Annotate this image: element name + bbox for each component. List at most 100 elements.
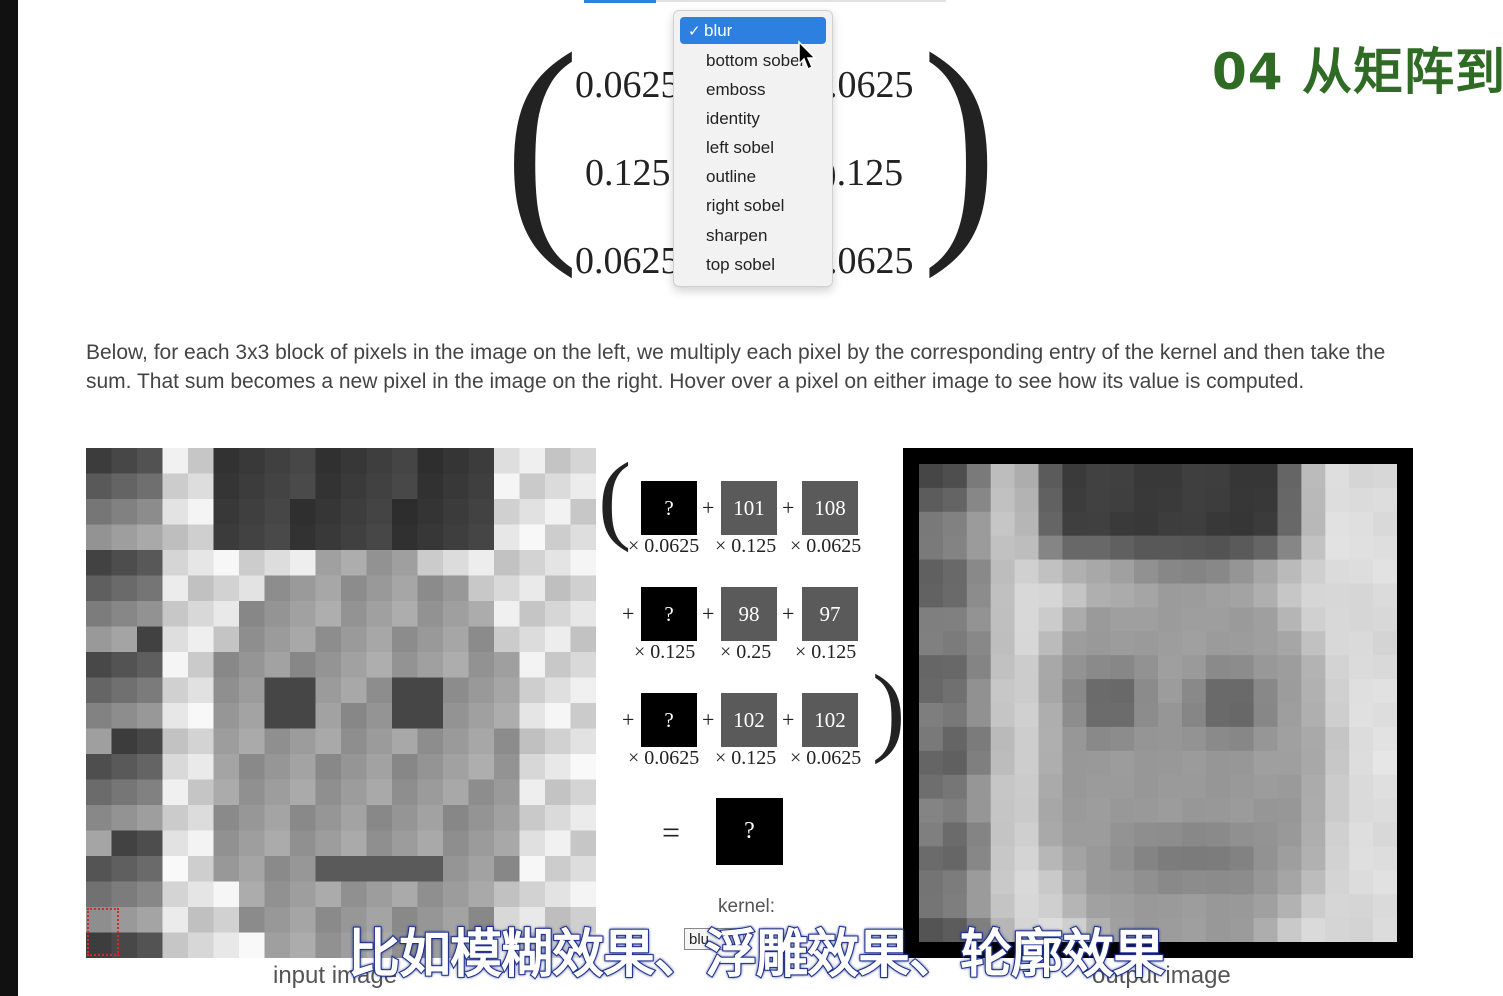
result-pixel[interactable]: ? xyxy=(716,798,783,865)
image-pixel[interactable] xyxy=(1229,607,1255,632)
image-pixel[interactable] xyxy=(1253,583,1278,608)
image-pixel[interactable] xyxy=(1014,750,1039,776)
image-pixel[interactable] xyxy=(942,798,968,823)
image-pixel[interactable] xyxy=(1349,822,1374,847)
image-pixel[interactable] xyxy=(1325,750,1350,776)
image-pixel[interactable] xyxy=(570,448,597,474)
image-pixel[interactable] xyxy=(1110,583,1135,608)
image-pixel[interactable] xyxy=(966,631,992,656)
image-pixel[interactable] xyxy=(86,601,112,627)
image-pixel[interactable] xyxy=(86,754,112,780)
image-pixel[interactable] xyxy=(966,511,992,537)
image-pixel[interactable] xyxy=(315,805,342,831)
image-pixel[interactable] xyxy=(494,473,520,500)
image-pixel[interactable] xyxy=(1014,655,1039,680)
image-pixel[interactable] xyxy=(1373,487,1397,513)
image-pixel[interactable] xyxy=(86,779,112,806)
image-pixel[interactable] xyxy=(1062,487,1087,513)
image-pixel[interactable] xyxy=(570,550,597,576)
image-pixel[interactable] xyxy=(162,601,189,627)
image-pixel[interactable] xyxy=(137,448,163,474)
image-pixel[interactable] xyxy=(1229,918,1255,942)
image-pixel[interactable] xyxy=(1301,607,1326,632)
image-pixel[interactable] xyxy=(366,677,393,704)
image-pixel[interactable] xyxy=(1158,726,1183,752)
image-pixel[interactable] xyxy=(1373,703,1397,728)
image-pixel[interactable] xyxy=(1134,798,1159,823)
image-pixel[interactable] xyxy=(341,754,367,780)
image-pixel[interactable] xyxy=(1158,607,1183,632)
image-pixel[interactable] xyxy=(1325,487,1350,513)
image-pixel[interactable] xyxy=(1349,535,1374,561)
image-pixel[interactable] xyxy=(494,856,520,882)
image-pixel[interactable] xyxy=(1086,487,1111,513)
image-pixel[interactable] xyxy=(1062,703,1087,728)
image-pixel[interactable] xyxy=(942,846,968,871)
image-pixel[interactable] xyxy=(1181,798,1207,823)
image-pixel[interactable] xyxy=(1325,774,1350,800)
image-pixel[interactable] xyxy=(1181,750,1207,776)
image-pixel[interactable] xyxy=(1229,464,1255,489)
image-pixel[interactable] xyxy=(188,881,214,908)
image-pixel[interactable] xyxy=(966,726,992,752)
image-pixel[interactable] xyxy=(1205,487,1231,513)
image-pixel[interactable] xyxy=(942,822,968,847)
image-pixel[interactable] xyxy=(942,703,968,728)
image-pixel[interactable] xyxy=(1014,798,1039,823)
image-pixel[interactable] xyxy=(162,448,189,474)
image-pixel[interactable] xyxy=(392,703,418,729)
image-pixel[interactable] xyxy=(1277,798,1302,823)
image-pixel[interactable] xyxy=(919,464,944,489)
image-pixel[interactable] xyxy=(519,881,546,908)
image-pixel[interactable] xyxy=(519,524,546,551)
pixel-cell[interactable]: 102 xyxy=(802,693,858,747)
image-pixel[interactable] xyxy=(990,703,1016,728)
menu-item-right-sobel[interactable]: right sobel xyxy=(680,192,826,219)
image-pixel[interactable] xyxy=(392,550,418,576)
image-pixel[interactable] xyxy=(1014,464,1039,489)
image-pixel[interactable] xyxy=(919,870,944,895)
image-pixel[interactable] xyxy=(545,524,571,551)
image-pixel[interactable] xyxy=(468,754,495,780)
image-pixel[interactable] xyxy=(494,550,520,576)
image-pixel[interactable] xyxy=(366,550,393,576)
image-pixel[interactable] xyxy=(1229,894,1255,919)
image-pixel[interactable] xyxy=(1086,726,1111,752)
image-pixel[interactable] xyxy=(1134,726,1159,752)
image-pixel[interactable] xyxy=(1325,583,1350,608)
image-pixel[interactable] xyxy=(545,856,571,882)
image-pixel[interactable] xyxy=(366,524,393,551)
image-pixel[interactable] xyxy=(366,499,393,525)
image-pixel[interactable] xyxy=(366,881,393,908)
image-pixel[interactable] xyxy=(545,677,571,704)
image-pixel[interactable] xyxy=(1158,822,1183,847)
image-pixel[interactable] xyxy=(162,932,189,959)
image-pixel[interactable] xyxy=(1110,846,1135,871)
image-pixel[interactable] xyxy=(545,881,571,908)
image-pixel[interactable] xyxy=(1134,870,1159,895)
image-pixel[interactable] xyxy=(1301,679,1326,704)
image-pixel[interactable] xyxy=(111,779,138,806)
image-pixel[interactable] xyxy=(86,805,112,831)
image-pixel[interactable] xyxy=(1277,703,1302,728)
image-pixel[interactable] xyxy=(188,703,214,729)
image-pixel[interactable] xyxy=(942,870,968,895)
image-pixel[interactable] xyxy=(1062,655,1087,680)
image-pixel[interactable] xyxy=(239,703,265,729)
image-pixel[interactable] xyxy=(417,754,444,780)
image-pixel[interactable] xyxy=(990,464,1016,489)
image-pixel[interactable] xyxy=(1086,774,1111,800)
image-pixel[interactable] xyxy=(239,499,265,525)
image-pixel[interactable] xyxy=(417,652,444,678)
image-pixel[interactable] xyxy=(264,652,291,678)
image-pixel[interactable] xyxy=(468,830,495,857)
image-pixel[interactable] xyxy=(519,805,546,831)
image-pixel[interactable] xyxy=(966,464,992,489)
image-pixel[interactable] xyxy=(290,703,316,729)
image-pixel[interactable] xyxy=(392,677,418,704)
image-pixel[interactable] xyxy=(1181,535,1207,561)
image-pixel[interactable] xyxy=(1110,559,1135,584)
image-pixel[interactable] xyxy=(417,881,444,908)
image-pixel[interactable] xyxy=(188,499,214,525)
image-pixel[interactable] xyxy=(137,881,163,908)
